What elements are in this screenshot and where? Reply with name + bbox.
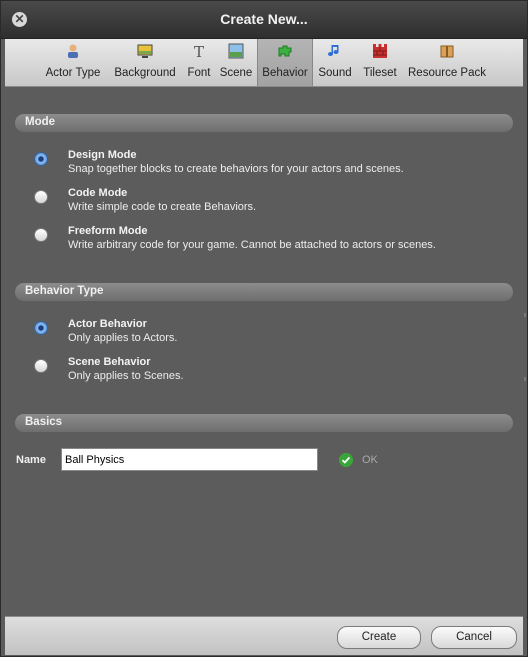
edge-divider: [524, 313, 526, 317]
radio-button[interactable]: [34, 359, 48, 373]
option-title: Actor Behavior: [68, 318, 147, 330]
option-title: Freeform Mode: [68, 225, 148, 237]
option-description: Write simple code to create Behaviors.: [68, 201, 257, 213]
option-description: Only applies to Scenes.: [68, 370, 184, 382]
tab-label: Scene: [219, 67, 253, 79]
option-title: Design Mode: [68, 149, 137, 161]
cancel-button[interactable]: Cancel: [431, 626, 517, 649]
tab-font[interactable]: T Font: [185, 39, 213, 86]
behavior-type-section-header: Behavior Type: [15, 283, 513, 301]
name-input[interactable]: [61, 448, 318, 471]
section-title: Basics: [25, 416, 63, 428]
background-icon: [137, 44, 153, 58]
mode-section-header: Mode: [15, 114, 513, 132]
tab-actor-type[interactable]: Actor Type: [41, 39, 105, 86]
scene-icon: [228, 43, 244, 59]
tab-scene[interactable]: Scene: [218, 39, 254, 86]
radio-button[interactable]: [34, 321, 48, 335]
tileset-icon: [373, 44, 387, 58]
title-bar: ✕ Create New...: [1, 1, 527, 39]
tab-label: Sound: [318, 67, 352, 79]
resource-pack-icon: [440, 45, 454, 58]
tab-resource-pack[interactable]: Resource Pack: [405, 39, 489, 86]
radio-button[interactable]: [34, 152, 48, 166]
tab-label: Tileset: [363, 67, 397, 79]
option-title: Code Mode: [68, 187, 128, 199]
font-icon: T: [194, 43, 204, 59]
create-new-dialog: ✕ Create New... Actor Type Background T …: [0, 0, 528, 657]
section-title: Behavior Type: [25, 285, 104, 297]
name-label: Name: [16, 454, 46, 466]
create-button[interactable]: Create: [337, 626, 421, 649]
tab-label: Background: [114, 67, 176, 79]
checkmark-icon: [339, 453, 353, 467]
option-description: Snap together blocks to create behaviors…: [68, 163, 404, 175]
basics-section-header: Basics: [15, 414, 513, 432]
dialog-footer: Create Cancel: [5, 616, 523, 655]
tab-label: Resource Pack: [408, 67, 486, 79]
dialog-title: Create New...: [220, 11, 308, 27]
tab-sound[interactable]: Sound: [315, 39, 355, 86]
tab-label: Behavior: [262, 67, 308, 79]
svg-text:T: T: [194, 43, 204, 59]
option-description: Write arbitrary code for your game. Cann…: [68, 239, 436, 251]
tab-label: Font: [187, 67, 211, 79]
radio-button[interactable]: [34, 228, 48, 242]
sound-icon: [328, 45, 339, 57]
edge-divider: [524, 377, 526, 381]
tab-behavior[interactable]: Behavior: [257, 39, 313, 86]
option-description: Only applies to Actors.: [68, 332, 178, 344]
option-title: Scene Behavior: [68, 356, 151, 368]
behavior-icon: [278, 45, 292, 57]
tab-tileset[interactable]: Tileset: [359, 39, 401, 86]
radio-button[interactable]: [34, 190, 48, 204]
tab-background[interactable]: Background: [109, 39, 181, 86]
actor-type-icon: [68, 44, 78, 58]
tab-label: Actor Type: [45, 67, 101, 79]
resource-type-toolbar: Actor Type Background T Font Scene Behav…: [5, 39, 523, 87]
validation-status: OK: [362, 454, 378, 466]
section-title: Mode: [25, 116, 56, 128]
